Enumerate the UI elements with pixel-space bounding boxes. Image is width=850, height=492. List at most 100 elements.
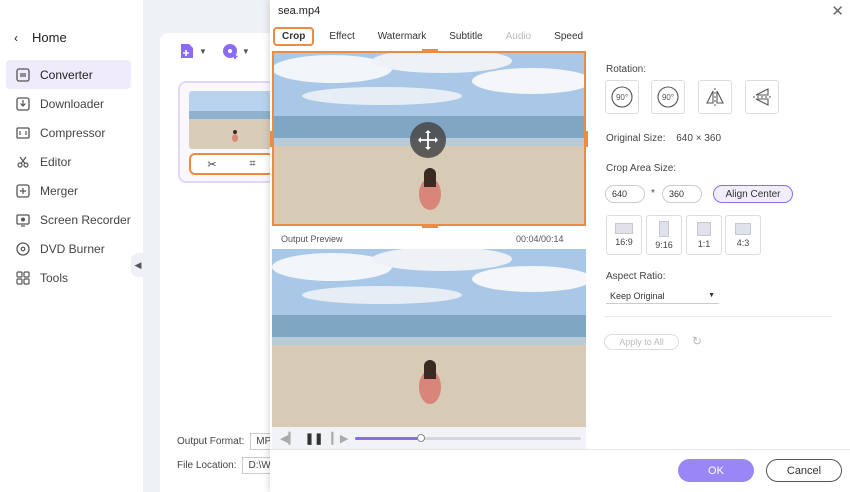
add-file-button[interactable]: ▼ [178,42,207,60]
converter-toolbar: ▼ ▼ [178,42,250,60]
grid-icon [16,270,30,285]
output-preview-label: Output Preview [281,234,343,244]
add-file-icon [181,44,193,58]
svg-text:90°: 90° [662,93,674,102]
sidebar-item-label: Tools [40,270,69,285]
crop-area-size-label: Crop Area Size: [606,163,677,174]
sidebar-item-label: DVD Burner [40,241,105,256]
playback-progress-bar[interactable] [355,434,581,442]
add-disc-icon [222,44,238,59]
sidebar-item-label: Downloader [40,96,105,111]
crop-size-separator: * [651,188,655,199]
rotate-right-button[interactable]: 90° [605,80,639,114]
tab-subtitle[interactable]: Subtitle [441,28,490,45]
dropdown-caret-icon: ▼ [199,46,207,56]
chevron-left-icon: ◀ [134,259,142,270]
aspect-ratio-select[interactable]: Keep Original ▼ [606,288,719,304]
aspect-ratio-value: Keep Original [610,290,665,301]
sidebar-item-dvd-burner[interactable]: DVD Burner [6,234,131,263]
flip-horizontal-button[interactable] [698,80,732,114]
ratio-4-3-icon [735,222,751,235]
ratio-label: 4:3 [736,237,750,248]
ratio-label: 16:9 [615,237,633,247]
tab-watermark[interactable]: Watermark [370,28,435,45]
sidebar-item-tools[interactable]: Tools [6,263,131,292]
ratio-4-3-button[interactable]: 4:3 [725,215,761,255]
playback-progress-knob[interactable] [416,434,425,442]
rotate-counterclockwise-icon: 90° [657,86,679,108]
file-location-label: File Location: [177,460,237,471]
crop-icon[interactable]: ⌗ [249,158,255,171]
disc-icon [16,241,30,256]
ok-button[interactable]: OK [678,459,754,482]
playback-progress-fill [355,437,421,440]
sidebar-item-merger[interactable]: Merger [6,176,131,205]
ratio-16-9-icon [615,223,633,234]
reset-icon[interactable]: ↻ [692,334,702,348]
dialog-footer-divider [270,449,850,450]
ratio-9-16-button[interactable]: 9:16 [646,215,682,255]
scissors-icon [17,156,29,168]
sidebar-item-screen-recorder[interactable]: Screen Recorder [6,205,131,234]
tab-audio: Audio [505,31,532,42]
beach-thumbnail-image [189,91,274,149]
sidebar-item-converter[interactable]: Converter [6,60,131,89]
ratio-label: 1:1 [697,238,711,249]
rotate-left-button[interactable]: 90° [651,80,685,114]
original-size-label: Original Size: 640 × 360 [606,133,721,144]
ratio-9-16-icon [659,220,669,237]
output-format-row: Output Format: MP4 [177,433,283,450]
tab-crop[interactable]: Crop [273,27,315,46]
dialog-title: sea.mp4 [278,5,321,17]
sidebar: ‹ Home Converter Downloader Compressor E… [0,0,143,492]
svg-text:90°: 90° [616,93,628,102]
trim-scissors-icon[interactable]: ✂ [207,158,216,171]
merger-icon [16,183,30,198]
crop-width-input[interactable]: 640 [605,185,645,203]
ratio-1-1-button[interactable]: 1:1 [686,215,722,255]
add-disc-button[interactable]: ▼ [221,42,250,60]
flip-horizontal-icon [706,88,724,106]
close-icon[interactable]: ✕ [831,2,844,20]
video-card-tools: ✂ ⌗ [189,153,274,175]
screen-recorder-icon [16,213,30,227]
cancel-button[interactable]: Cancel [766,459,842,482]
rotation-label: Rotation: [606,64,647,75]
converter-icon [16,67,30,82]
video-card[interactable]: ✂ ⌗ [178,81,278,183]
home-link[interactable]: ‹ Home [14,30,67,45]
file-location-row: File Location: D:\Wo [177,457,283,474]
sidebar-item-downloader[interactable]: Downloader [6,89,131,118]
crop-handle-bottom[interactable] [422,224,438,228]
output-format-label: Output Format: [177,436,245,447]
chevron-down-icon: ▼ [708,292,715,299]
flip-vertical-button[interactable] [745,80,779,114]
sidebar-nav: Converter Downloader Compressor Editor M… [6,60,131,292]
move-crop-button[interactable] [410,122,446,158]
beach-preview-image [272,249,586,427]
sidebar-item-compressor[interactable]: Compressor [6,118,131,147]
crop-height-input[interactable]: 360 [662,185,702,203]
ratio-label: 9:16 [655,239,673,250]
tab-effect[interactable]: Effect [321,28,362,45]
video-thumbnail [189,91,274,149]
downloader-icon [16,96,30,111]
compressor-icon [16,126,30,139]
ratio-16-9-button[interactable]: 16:9 [606,215,642,255]
pause-icon[interactable]: ❚❚ [305,432,323,445]
sidebar-item-editor[interactable]: Editor [6,147,131,176]
original-size-key: Original Size: [606,133,666,144]
align-center-button[interactable]: Align Center [713,185,793,203]
ratio-1-1-icon [697,221,711,236]
rotate-clockwise-icon: 90° [611,86,633,108]
crop-handle-right[interactable] [584,131,588,147]
previous-frame-icon[interactable]: ◀▎ [280,432,297,445]
aspect-ratio-label: Aspect Ratio: [606,271,666,282]
crop-handle-left[interactable] [270,131,274,147]
crop-handle-top[interactable] [422,49,438,53]
tab-speed[interactable]: Speed [546,28,591,45]
original-size-value: 640 × 360 [676,133,722,144]
apply-to-all-button[interactable]: Apply to All [604,334,679,350]
output-preview-frame [272,249,586,427]
next-frame-icon[interactable]: ▎▶ [331,432,348,445]
